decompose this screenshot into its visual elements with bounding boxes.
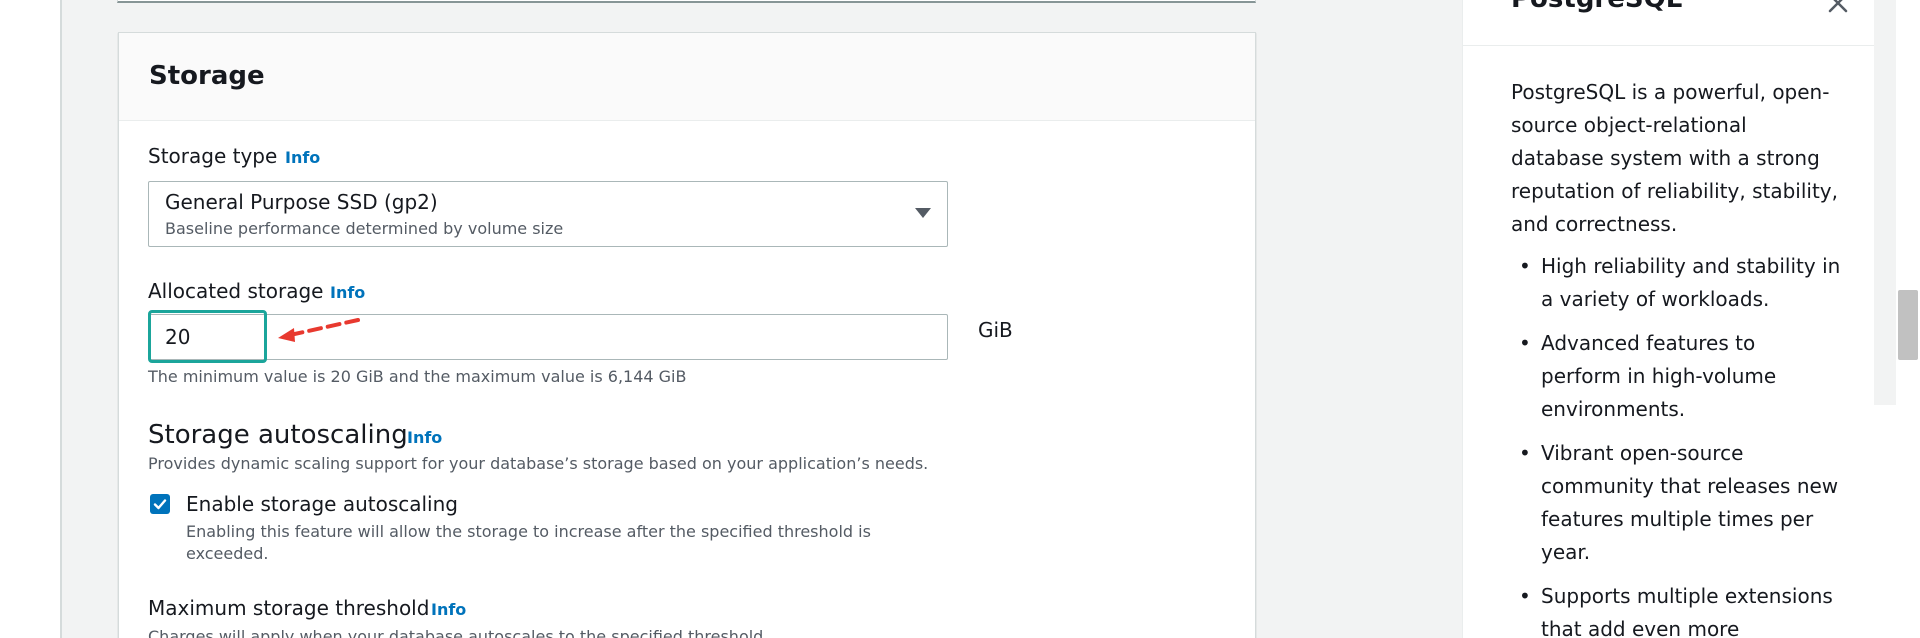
- allocated-storage-info-link[interactable]: Info: [330, 283, 365, 302]
- checkmark-icon: [153, 499, 167, 510]
- close-icon[interactable]: [1827, 0, 1849, 14]
- list-item: Advanced features to perform in high-vol…: [1511, 327, 1841, 426]
- help-panel-intro: PostgreSQL is a powerful, open-source ob…: [1511, 80, 1838, 236]
- list-item: High reliability and stability in a vari…: [1511, 250, 1841, 316]
- max-storage-threshold-info-link[interactable]: Info: [431, 600, 466, 619]
- help-panel-scroll-track: [1874, 0, 1896, 405]
- list-item: Vibrant open-source community that relea…: [1511, 437, 1841, 569]
- list-item: Supports multiple extensions that add ev…: [1511, 580, 1841, 638]
- storage-type-label: Storage type: [148, 144, 278, 168]
- page-scrollbar-thumb[interactable]: [1898, 290, 1918, 360]
- max-storage-threshold-label: Maximum storage threshold: [148, 596, 430, 620]
- help-panel: PostgreSQL PostgreSQL is a powerful, ope…: [1462, 0, 1874, 638]
- annotation-arrow-icon: [278, 318, 360, 342]
- storage-type-selected-description: Baseline performance determined by volum…: [165, 219, 564, 238]
- help-panel-header: PostgreSQL: [1463, 0, 1874, 46]
- enable-autoscaling-label[interactable]: Enable storage autoscaling: [186, 492, 458, 516]
- enable-autoscaling-checkbox[interactable]: [150, 494, 170, 514]
- max-storage-threshold-description: Charges will apply when your database au…: [148, 627, 764, 638]
- storage-type-selected-value: General Purpose SSD (gp2): [165, 190, 438, 214]
- storage-type-select[interactable]: General Purpose SSD (gp2) Baseline perfo…: [148, 181, 948, 247]
- storage-type-info-link[interactable]: Info: [285, 148, 320, 167]
- storage-autoscaling-info-link[interactable]: Info: [407, 428, 442, 447]
- allocated-storage-hint: The minimum value is 20 GiB and the maxi…: [148, 367, 687, 386]
- previous-panel-bottom: [117, 0, 1256, 3]
- allocated-storage-label: Allocated storage: [148, 279, 324, 303]
- allocated-storage-input[interactable]: [149, 315, 947, 359]
- storage-panel-header: Storage: [119, 33, 1255, 121]
- caret-down-icon: [915, 208, 931, 218]
- help-panel-feature-list: High reliability and stability in a vari…: [1511, 250, 1841, 638]
- enable-autoscaling-description: Enabling this feature will allow the sto…: [186, 522, 871, 563]
- storage-autoscaling-title: Storage autoscaling: [148, 420, 408, 450]
- storage-autoscaling-description: Provides dynamic scaling support for you…: [148, 454, 929, 473]
- allocated-storage-input-wrapper: [148, 314, 948, 360]
- panel-title: Storage: [149, 61, 265, 91]
- allocated-storage-unit: GiB: [978, 318, 1013, 342]
- help-panel-title: PostgreSQL: [1511, 0, 1682, 14]
